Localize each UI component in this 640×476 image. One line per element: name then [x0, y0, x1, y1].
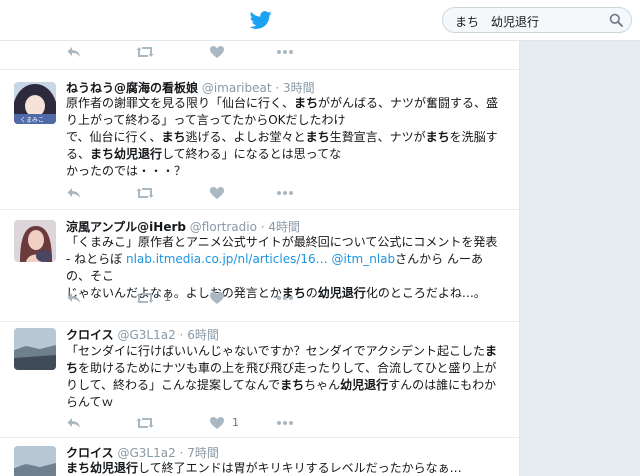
timestamp[interactable]: 4時間 — [268, 220, 300, 234]
tweet-line: で、仙台に行く、まち逃げる、よしお堂々とまち生贄宣言、ナツがまちを洗脳す — [66, 130, 498, 144]
like-icon[interactable] — [209, 44, 225, 60]
tweet-line: ちを助けるためにナツも車の上を飛び飛び走ったりして、合流してひと盛り上が — [66, 361, 497, 375]
like-icon[interactable] — [209, 185, 225, 201]
avatar[interactable] — [14, 220, 56, 262]
timestamp[interactable]: 6時間 — [187, 328, 219, 342]
user-handle[interactable]: @imaribeat — [202, 81, 272, 95]
timestamp[interactable]: 7時間 — [187, 446, 219, 460]
tweet-line: る、まち幼児退行して終わる」になるとは思ってな — [66, 147, 342, 161]
tweet-header: クロイス @G3L1a2 · 6時間 — [66, 328, 219, 342]
tweet-line: かったのでは・・・？ — [66, 164, 187, 178]
user-handle[interactable]: @flortradio — [190, 220, 257, 234]
tweet[interactable]: 涼風アンプル@iHerb @flortradio · 4時間 「くまみこ」原作者… — [0, 209, 519, 321]
more-options-icon[interactable] — [276, 415, 294, 431]
timestamp[interactable]: 3時間 — [283, 81, 315, 95]
tweet-text: まち幼児退行して終了エンドは胃がキリキリするレベルだったからなぁ… — [66, 460, 506, 476]
tweet-line: - ねとらぼ nlab.itmedia.co.jp/nl/articles/16… — [66, 252, 483, 283]
like-icon[interactable] — [209, 290, 225, 306]
timeline: くまみこ ねうねう@腐海の看板娘 @imaribeat · 3時間 原作者の謝罪… — [0, 41, 520, 476]
more-options-icon[interactable] — [276, 290, 294, 306]
more-options-icon[interactable] — [276, 44, 294, 60]
reply-icon[interactable] — [66, 185, 82, 201]
tweet-line: らんてｗ — [66, 395, 114, 409]
like-count: 1 — [232, 416, 239, 429]
tweet[interactable]: くまみこ ねうねう@腐海の看板娘 @imaribeat · 3時間 原作者の謝罪… — [0, 69, 519, 209]
tweet-header: 涼風アンプル@iHerb @flortradio · 4時間 — [66, 220, 301, 234]
retweet-count: 1 — [164, 291, 171, 304]
retweet-icon[interactable] — [136, 290, 154, 306]
tweet-line: 「くまみこ」原作者とアニメ公式サイトが最終回について公式にコメントを発表 — [66, 235, 498, 249]
tweet-header: ねうねう@腐海の看板娘 @imaribeat · 3時間 — [66, 81, 315, 95]
tweet-text: 「センダイに行けばいいんじゃないですか？センダイでアクシデント起こしたま ちを助… — [66, 343, 506, 411]
top-bar: まち 幼児退行 — [0, 0, 640, 41]
user-name[interactable]: クロイス — [66, 446, 114, 460]
user-name[interactable]: ねうねう@腐海の看板娘 — [66, 81, 198, 95]
user-handle[interactable]: @G3L1a2 — [117, 446, 175, 460]
search-icon[interactable] — [609, 13, 623, 27]
like-icon[interactable] — [209, 415, 225, 431]
tweet-line: りして、終わる」こんな提案してなんでまちちゃん幼児退行すんのは誰にもわか — [66, 378, 497, 392]
retweet-icon[interactable] — [136, 185, 154, 201]
tweet[interactable]: クロイス @G3L1a2 · 6時間 「センダイに行けばいいんじゃないですか？セ… — [0, 321, 519, 437]
tweet-line: 「センダイに行けばいいんじゃないですか？センダイでアクシデント起こしたま — [66, 344, 498, 358]
svg-text:くまみこ: くまみこ — [20, 117, 44, 124]
reply-icon[interactable] — [66, 415, 82, 431]
twitter-logo-icon[interactable] — [250, 9, 272, 31]
tweet[interactable]: クロイス @G3L1a2 · 7時間 まち幼児退行して終了エンドは胃がキリキリす… — [0, 437, 519, 476]
avatar[interactable] — [14, 328, 56, 370]
avatar[interactable]: くまみこ — [14, 82, 56, 124]
tweet-line: まち幼児退行して終了エンドは胃がキリキリするレベルだったからなぁ… — [66, 461, 462, 475]
reply-icon[interactable] — [66, 44, 82, 60]
retweet-icon[interactable] — [136, 415, 154, 431]
avatar[interactable] — [14, 446, 56, 476]
tweet-line: 原作者の謝罪文を見る限り「仙台に行く、まちががんばる、ナツが奮闘する、盛 — [66, 96, 499, 110]
more-options-icon[interactable] — [276, 185, 294, 201]
tweet-line: り上がって終わる」って言ってたからOKだしたわけ — [66, 113, 346, 127]
user-handle[interactable]: @G3L1a2 — [117, 328, 175, 342]
reply-icon[interactable] — [66, 290, 82, 306]
user-name[interactable]: 涼風アンプル@iHerb — [66, 220, 186, 234]
search-input[interactable]: まち 幼児退行 — [455, 13, 539, 30]
tweet-text: 原作者の謝罪文を見る限り「仙台に行く、まちががんばる、ナツが奮闘する、盛 り上が… — [66, 95, 506, 180]
user-name[interactable]: クロイス — [66, 328, 114, 342]
retweet-icon[interactable] — [136, 44, 154, 60]
search-box[interactable]: まち 幼児退行 — [442, 7, 632, 33]
tweet-header: クロイス @G3L1a2 · 7時間 — [66, 446, 219, 460]
